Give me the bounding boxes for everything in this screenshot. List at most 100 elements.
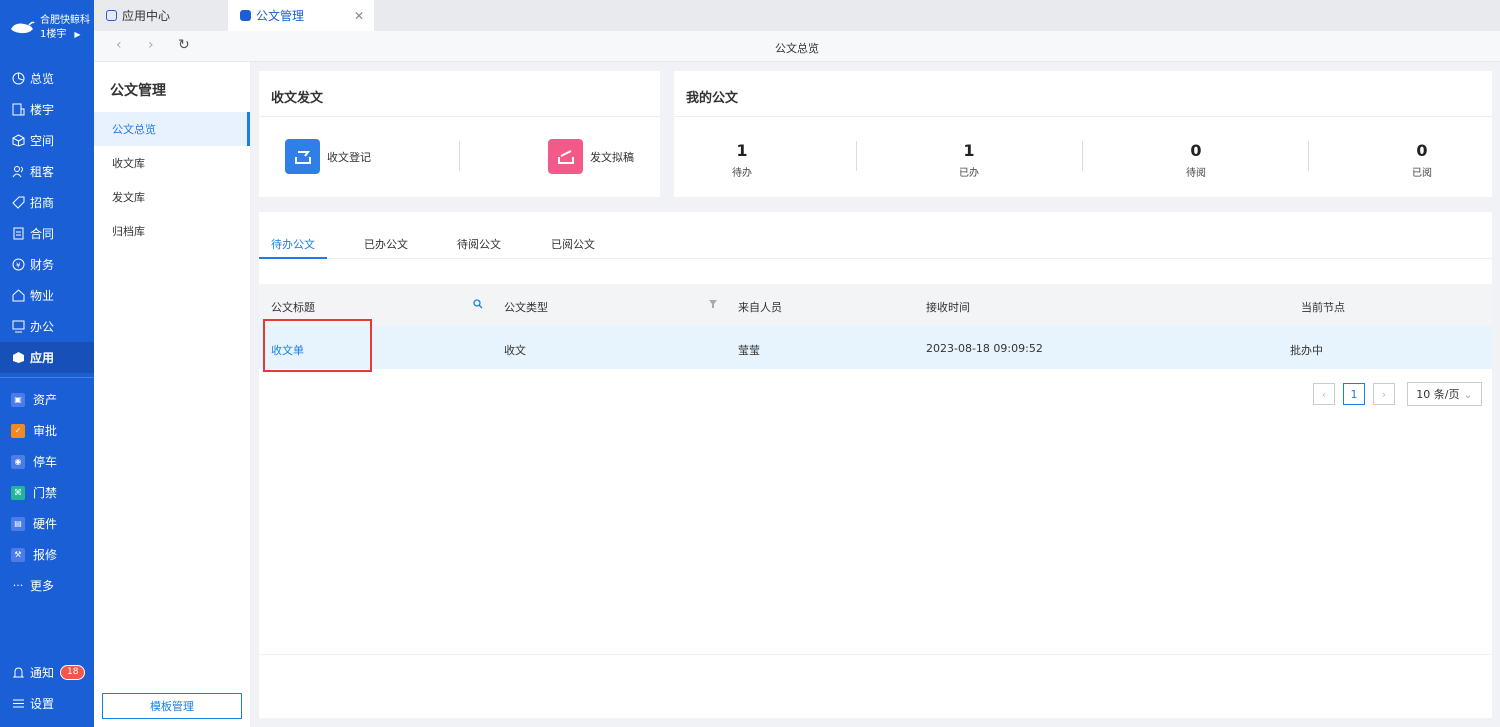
subnav-item-archive[interactable]: 归档库 <box>94 214 250 248</box>
stat-done[interactable]: 1 已办 <box>929 141 1009 179</box>
search-icon[interactable] <box>473 299 483 312</box>
divider <box>459 141 460 171</box>
page-number-button[interactable]: 1 <box>1343 383 1365 405</box>
nav-item-settings[interactable]: 设置 <box>0 688 94 719</box>
next-page-button[interactable]: › <box>1373 383 1395 405</box>
highlight-box <box>263 319 372 372</box>
tab-read-docs[interactable]: 已阅公文 <box>551 236 595 252</box>
app-repair[interactable]: ⚒ 报修 <box>0 539 94 570</box>
draft-document-button[interactable]: 发文拟稿 <box>548 139 634 174</box>
repair-icon: ⚒ <box>11 547 25 562</box>
active-tab-indicator <box>259 257 327 259</box>
close-icon[interactable]: ✕ <box>354 9 364 23</box>
home-icon <box>11 289 25 303</box>
divider <box>1082 141 1083 171</box>
svg-text:¥: ¥ <box>16 262 21 270</box>
building-icon <box>11 103 25 117</box>
nav-label: 楼宇 <box>30 103 55 117</box>
bottom-panel <box>259 655 1492 718</box>
nav-item-notice[interactable]: 通知 18 <box>0 657 94 688</box>
column-header: 公文类型 <box>504 301 548 314</box>
prev-page-button[interactable]: ‹ <box>1313 383 1335 405</box>
app-approval[interactable]: ✓ 审批 <box>0 415 94 446</box>
stat-value: 1 <box>963 141 975 160</box>
tab-doc-management[interactable]: 公文管理 ✕ <box>228 0 374 31</box>
dashboard-icon <box>11 72 25 86</box>
app-access[interactable]: ⌘ 门禁 <box>0 477 94 508</box>
subnav-item-inbox[interactable]: 收文库 <box>94 146 250 180</box>
caret-right-icon: ▶ <box>74 29 81 39</box>
contract-icon <box>11 227 25 241</box>
nav-label: 硬件 <box>33 517 58 531</box>
stat-to-read[interactable]: 0 待阅 <box>1156 141 1236 179</box>
approval-icon: ✓ <box>11 423 25 438</box>
stat-value: 1 <box>736 141 748 160</box>
tab-to-read-docs[interactable]: 待阅公文 <box>457 236 501 252</box>
nav-item-overview[interactable]: 总览 <box>0 63 94 94</box>
finance-icon: ¥ <box>11 258 25 272</box>
column-header: 当前节点 <box>1301 301 1345 314</box>
doc-list-card: 待办公文 已办公文 待阅公文 已阅公文 公文标题 公文类型 来自人员 接收时间 … <box>259 212 1492 654</box>
app-center-icon <box>106 10 117 21</box>
tag-icon <box>11 196 25 210</box>
app-hardware[interactable]: ▤ 硬件 <box>0 508 94 539</box>
stat-todo[interactable]: 1 待办 <box>702 141 782 179</box>
template-management-button[interactable]: 模板管理 <box>102 693 242 719</box>
page-title: 公文总览 <box>775 42 819 55</box>
nav-item-property[interactable]: 物业 <box>0 280 94 311</box>
column-header: 来自人员 <box>738 301 782 314</box>
nav-item-contract[interactable]: 合同 <box>0 218 94 249</box>
ellipsis-icon: ··· <box>12 579 24 592</box>
app-asset[interactable]: ▣ 资产 <box>0 384 94 415</box>
menu-icon <box>11 697 25 711</box>
stat-read[interactable]: 0 已阅 <box>1382 141 1462 179</box>
nav-item-finance[interactable]: ¥ 财务 <box>0 249 94 280</box>
nav-item-office[interactable]: 办公 <box>0 311 94 342</box>
nav-label: 财务 <box>30 258 55 272</box>
nav-item-leasing[interactable]: 招商 <box>0 187 94 218</box>
nav-item-more[interactable]: ··· 更多 <box>0 570 94 601</box>
tab-done-docs[interactable]: 已办公文 <box>364 236 408 252</box>
nav-label: 审批 <box>33 424 58 438</box>
org-switcher[interactable]: 合肥快鲸科 1楼宇 ▶ <box>0 0 94 55</box>
tab-label: 应用中心 <box>122 9 171 23</box>
page-size-select[interactable]: 10 条/页 ⌄ <box>1407 382 1482 406</box>
tab-app-center[interactable]: 应用中心 <box>94 0 228 31</box>
access-control-icon: ⌘ <box>11 485 25 500</box>
doc-tabs: 待办公文 已办公文 待阅公文 已阅公文 <box>259 212 1492 259</box>
nav-item-space[interactable]: 空间 <box>0 125 94 156</box>
stat-value: 0 <box>1190 141 1202 160</box>
doc-subnav: 公文管理 公文总览 收文库 发文库 归档库 模板管理 <box>94 62 251 727</box>
card-title: 收文发文 <box>259 71 660 117</box>
nav-label: 应用 <box>30 351 55 365</box>
nav-label: 总览 <box>30 72 55 86</box>
divider <box>0 377 94 378</box>
table-row[interactable]: 收文单 收文 莹莹 2023-08-18 09:09:52 批办中 <box>259 326 1492 369</box>
nav-label: 更多 <box>30 579 55 593</box>
send-receive-card: 收文发文 收文登记 发文拟稿 <box>259 71 660 197</box>
card-title: 我的公文 <box>674 71 1492 117</box>
column-header: 公文标题 <box>271 301 315 314</box>
nav-label: 资产 <box>33 393 58 407</box>
nav-item-apps[interactable]: 应用 <box>0 342 94 373</box>
outbox-icon <box>548 139 583 174</box>
subnav-item-overview[interactable]: 公文总览 <box>94 112 250 146</box>
asset-icon: ▣ <box>11 392 25 407</box>
nav-label: 门禁 <box>33 486 58 500</box>
page-toolbar: ‹ › ↻ 公文总览 <box>94 31 1500 62</box>
building-name: 1楼宇 <box>40 28 67 40</box>
nav-item-tenant[interactable]: 租客 <box>0 156 94 187</box>
whale-logo-icon <box>8 19 36 37</box>
app-parking[interactable]: ◉ 停车 <box>0 446 94 477</box>
subnav-item-outbox[interactable]: 发文库 <box>94 180 250 214</box>
nav-label: 停车 <box>33 455 58 469</box>
quick-label: 收文登记 <box>327 150 371 164</box>
stat-label: 已阅 <box>1412 168 1432 179</box>
receive-register-button[interactable]: 收文登记 <box>285 139 371 174</box>
tab-todo-docs[interactable]: 待办公文 <box>271 236 315 252</box>
nav-item-building[interactable]: 楼宇 <box>0 94 94 125</box>
filter-icon[interactable] <box>708 299 718 312</box>
stat-label: 待阅 <box>1186 168 1206 179</box>
nav-label: 办公 <box>30 320 55 334</box>
page-size-value: 10 条/页 <box>1416 388 1460 401</box>
